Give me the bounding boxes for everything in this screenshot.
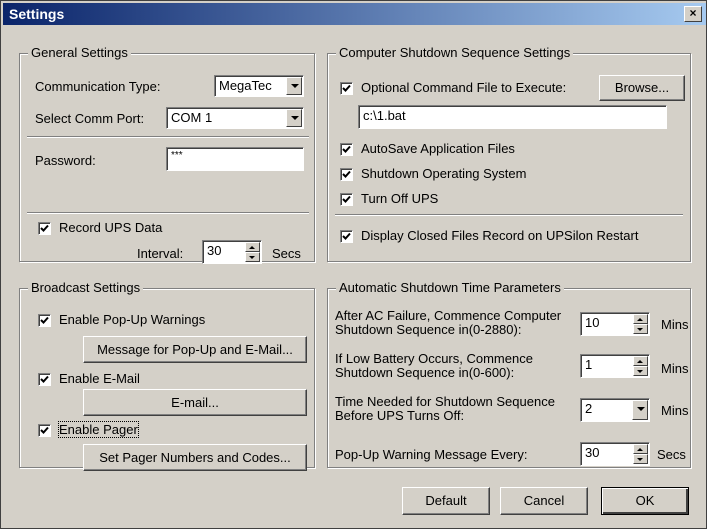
- interval-spinner[interactable]: [245, 242, 260, 262]
- ac-failure-value: 10: [585, 315, 600, 330]
- time-needed-label-line2: Before UPS Turns Off:: [335, 408, 465, 423]
- comm-port-dropdown-icon[interactable]: [286, 109, 302, 127]
- low-battery-unit: Mins: [661, 361, 689, 376]
- popup-warnings-checkbox[interactable]: [38, 314, 51, 327]
- ok-button[interactable]: OK: [601, 487, 689, 515]
- low-battery-spinner[interactable]: [633, 356, 648, 376]
- ac-failure-spinner[interactable]: [633, 314, 648, 334]
- shutdown-separator: [335, 214, 683, 216]
- popup-every-input[interactable]: 30: [580, 442, 650, 466]
- low-battery-label-line2: Shutdown Sequence in(0-600):: [335, 365, 515, 380]
- spin-up-icon[interactable]: [633, 356, 648, 366]
- password-field[interactable]: ***: [166, 147, 304, 171]
- checkmark-icon: [342, 170, 351, 178]
- spin-up-icon[interactable]: [245, 242, 260, 252]
- interval-input[interactable]: 30: [202, 240, 262, 264]
- checkmark-icon: [342, 84, 351, 92]
- close-button[interactable]: ×: [684, 6, 702, 22]
- spin-up-icon[interactable]: [633, 444, 648, 454]
- record-ups-label: Record UPS Data: [59, 220, 163, 235]
- password-label: Password:: [35, 153, 96, 168]
- display-closed-label: Display Closed Files Record on UPSilon R…: [361, 228, 639, 243]
- ac-failure-label-line1: After AC Failure, Commence Computer: [335, 308, 562, 323]
- interval-unit: Secs: [272, 246, 301, 261]
- pager-label: Enable Pager: [58, 421, 139, 438]
- email-label: Enable E-Mail: [59, 371, 140, 386]
- pager-numbers-button[interactable]: Set Pager Numbers and Codes...: [83, 444, 307, 471]
- spin-down-icon[interactable]: [633, 366, 648, 376]
- low-battery-label-line1: If Low Battery Occurs, Commence: [335, 351, 533, 366]
- comm-port-label: Select Comm Port:: [35, 111, 145, 126]
- autosave-label: AutoSave Application Files: [361, 141, 515, 156]
- autosave-checkbox[interactable]: [340, 143, 353, 156]
- popup-message-button[interactable]: Message for Pop-Up and E-Mail...: [83, 336, 307, 363]
- settings-dialog: Settings × General Settings Communicatio…: [0, 0, 707, 529]
- time-needed-label-line1: Time Needed for Shutdown Sequence: [335, 394, 555, 409]
- ac-failure-unit: Mins: [661, 317, 689, 332]
- email-checkbox[interactable]: [38, 373, 51, 386]
- checkmark-icon: [40, 224, 49, 232]
- comm-type-value: MegaTec: [219, 78, 272, 93]
- comm-type-select[interactable]: MegaTec: [214, 75, 304, 97]
- low-battery-input[interactable]: 1: [580, 354, 650, 378]
- ac-failure-input[interactable]: 10: [580, 312, 650, 336]
- popup-every-value: 30: [585, 445, 600, 460]
- optional-cmd-checkbox[interactable]: [340, 82, 353, 95]
- display-closed-checkbox[interactable]: [340, 230, 353, 243]
- checkmark-icon: [40, 375, 49, 383]
- checkmark-icon: [342, 232, 351, 240]
- popup-warnings-label: Enable Pop-Up Warnings: [59, 312, 206, 327]
- spin-down-icon[interactable]: [633, 324, 648, 334]
- ac-failure-label-line2: Shutdown Sequence in(0-2880):: [335, 322, 522, 337]
- time-needed-value: 2: [585, 401, 593, 416]
- checkmark-icon: [40, 426, 49, 434]
- spin-up-icon[interactable]: [633, 314, 648, 324]
- comm-type-dropdown-icon[interactable]: [286, 77, 302, 95]
- checkmark-icon: [40, 316, 49, 324]
- default-button[interactable]: Default: [402, 487, 490, 515]
- optional-cmd-label: Optional Command File to Execute:: [361, 80, 567, 95]
- turn-off-ups-label: Turn Off UPS: [361, 191, 439, 206]
- window-title: Settings: [9, 6, 65, 22]
- pager-checkbox[interactable]: [38, 424, 51, 437]
- password-value: ***: [171, 150, 183, 161]
- shutdown-os-checkbox[interactable]: [340, 168, 353, 181]
- record-ups-checkbox[interactable]: [38, 222, 51, 235]
- cmd-path-value: c:\1.bat: [363, 108, 406, 123]
- general-settings-legend: General Settings: [28, 45, 131, 60]
- comm-type-label: Communication Type:: [35, 79, 161, 94]
- title-bar[interactable]: Settings ×: [3, 3, 706, 25]
- shutdown-sequence-legend: Computer Shutdown Sequence Settings: [336, 45, 574, 60]
- time-needed-dropdown-icon[interactable]: [632, 400, 648, 420]
- spin-down-icon[interactable]: [633, 454, 648, 464]
- interval-label: Interval:: [137, 246, 184, 261]
- email-button[interactable]: E-mail...: [83, 389, 307, 416]
- low-battery-value: 1: [585, 357, 593, 372]
- general-separator-1: [27, 136, 309, 138]
- comm-port-select[interactable]: COM 1: [166, 107, 304, 129]
- cancel-button[interactable]: Cancel: [500, 487, 588, 515]
- time-needed-select[interactable]: 2: [580, 398, 650, 422]
- browse-button[interactable]: Browse...: [599, 75, 685, 101]
- auto-shutdown-legend: Automatic Shutdown Time Parameters: [336, 280, 564, 295]
- shutdown-os-label: Shutdown Operating System: [361, 166, 527, 181]
- broadcast-settings-legend: Broadcast Settings: [28, 280, 144, 295]
- cmd-path-input[interactable]: c:\1.bat: [358, 105, 667, 129]
- popup-every-label: Pop-Up Warning Message Every:: [335, 447, 528, 462]
- time-needed-unit: Mins: [661, 403, 689, 418]
- interval-value: 30: [207, 243, 222, 258]
- spin-down-icon[interactable]: [245, 252, 260, 262]
- comm-port-value: COM 1: [171, 110, 213, 125]
- popup-every-unit: Secs: [657, 447, 686, 462]
- turn-off-ups-checkbox[interactable]: [340, 193, 353, 206]
- checkmark-icon: [342, 145, 351, 153]
- general-separator-2: [27, 212, 309, 214]
- checkmark-icon: [342, 195, 351, 203]
- popup-every-spinner[interactable]: [633, 444, 648, 464]
